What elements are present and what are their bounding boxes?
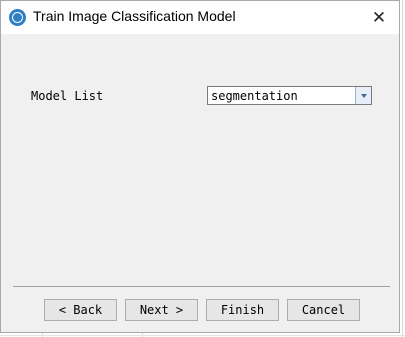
train-model-dialog: Train Image Classification Model ✕ Model… <box>0 0 400 333</box>
close-button[interactable]: ✕ <box>359 1 399 34</box>
cancel-button[interactable]: Cancel <box>287 299 360 321</box>
back-button[interactable]: < Back <box>44 299 117 321</box>
finish-button[interactable]: Finish <box>206 299 279 321</box>
dialog-title: Train Image Classification Model <box>33 8 236 24</box>
grid-line <box>402 0 403 337</box>
next-button[interactable]: Next > <box>125 299 198 321</box>
model-list-value: segmentation <box>211 89 298 103</box>
grid-line <box>0 335 405 336</box>
dropdown-button[interactable] <box>355 87 371 104</box>
model-list-select[interactable]: segmentation <box>207 86 372 105</box>
title-bar[interactable]: Train Image Classification Model ✕ <box>1 1 399 34</box>
close-icon: ✕ <box>371 7 387 28</box>
model-list-label: Model List <box>31 89 104 103</box>
separator <box>13 286 390 287</box>
app-logo-icon <box>9 9 26 26</box>
chevron-down-icon <box>360 93 367 98</box>
